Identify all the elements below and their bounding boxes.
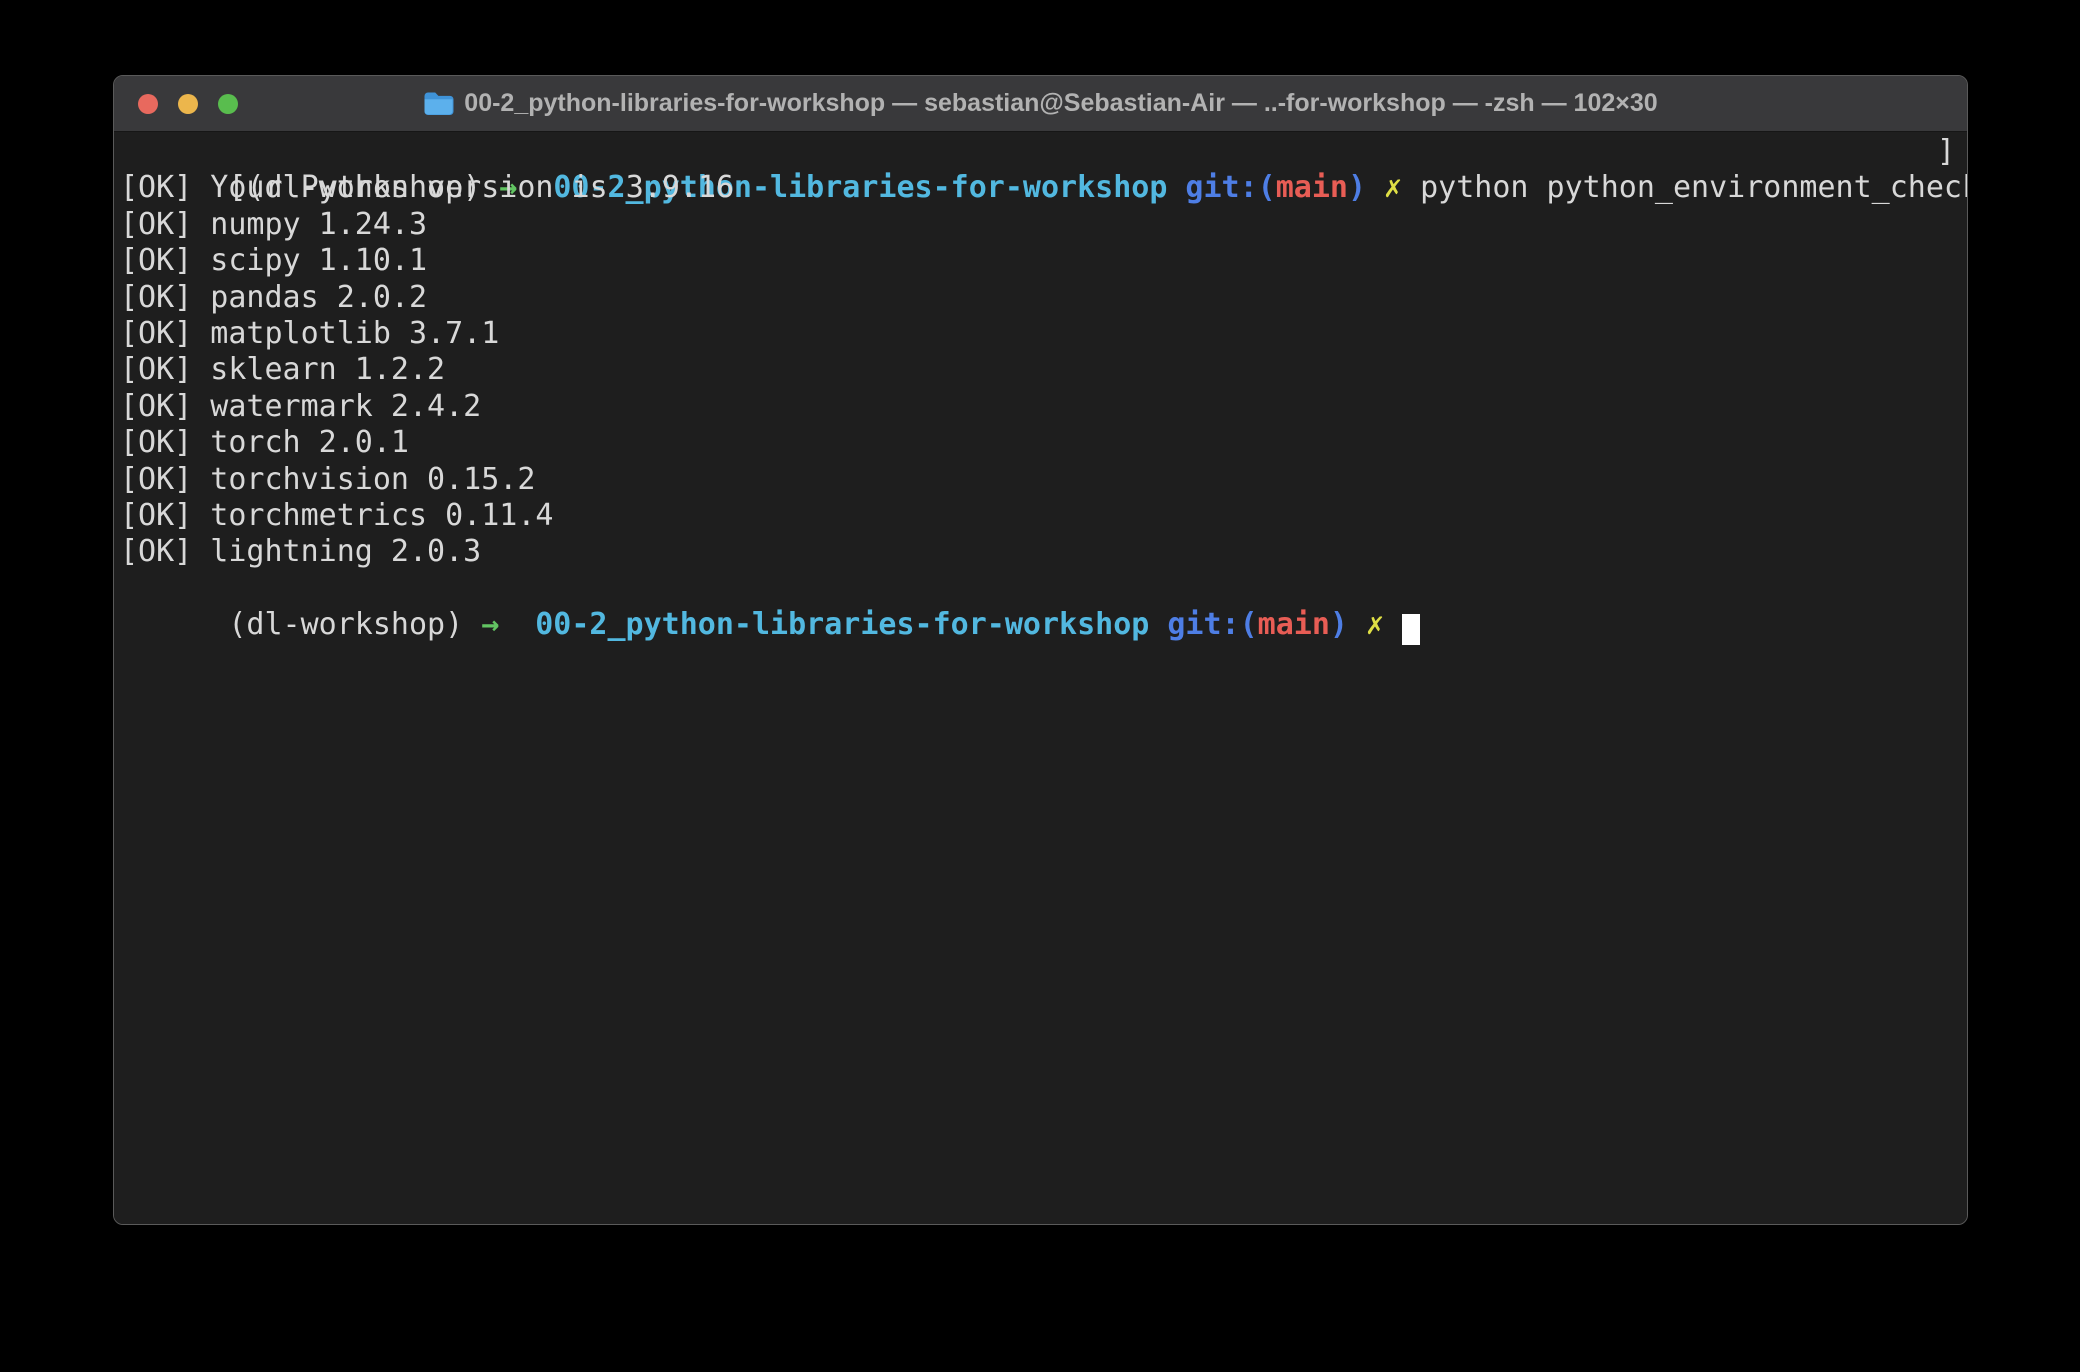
output-line: [OK] torchvision 0.15.2 bbox=[120, 462, 1959, 498]
output-line: [OK] lightning 2.0.3 bbox=[120, 534, 1959, 570]
window-title: 00-2_python-libraries-for-workshop — seb… bbox=[464, 89, 1657, 118]
git-branch: main bbox=[1258, 607, 1330, 642]
output-line: [OK] watermark 2.4.2 bbox=[120, 389, 1959, 425]
minimize-button[interactable] bbox=[178, 94, 198, 114]
terminal-window: 00-2_python-libraries-for-workshop — seb… bbox=[113, 75, 1968, 1225]
venv-label: (dl-workshop) bbox=[228, 607, 463, 642]
output-line: [OK] pandas 2.0.2 bbox=[120, 280, 1959, 316]
close-button[interactable] bbox=[138, 94, 158, 114]
output-line: [OK] sklearn 1.2.2 bbox=[120, 352, 1959, 388]
output-line: [OK] scipy 1.10.1 bbox=[120, 243, 1959, 279]
prompt-arrow-icon: → bbox=[481, 607, 499, 642]
git-suffix: ) bbox=[1330, 607, 1348, 642]
output-line: [OK] Your Python version is 3.9.16 bbox=[120, 170, 1959, 206]
right-bracket: ] bbox=[1937, 134, 1955, 170]
folder-icon bbox=[423, 91, 454, 116]
text-cursor[interactable] bbox=[1402, 614, 1420, 645]
desktop: { "window": { "title": "00-2_python-libr… bbox=[0, 0, 2080, 1372]
output-line: [OK] torchmetrics 0.11.4 bbox=[120, 498, 1959, 534]
git-dirty-icon: ✗ bbox=[1366, 607, 1384, 642]
titlebar[interactable]: 00-2_python-libraries-for-workshop — seb… bbox=[114, 76, 1967, 132]
current-prompt-line: (dl-workshop)→00-2_python-libraries-for-… bbox=[120, 571, 1959, 607]
output-line: [OK] matplotlib 3.7.1 bbox=[120, 316, 1959, 352]
title-group: 00-2_python-libraries-for-workshop — seb… bbox=[423, 89, 1657, 118]
terminal-content[interactable]: [(dl-workshop)→00-2_python-libraries-for… bbox=[114, 132, 1967, 1225]
output-line: [OK] torch 2.0.1 bbox=[120, 425, 1959, 461]
git-prefix: git:( bbox=[1167, 607, 1257, 642]
command-line: [(dl-workshop)→00-2_python-libraries-for… bbox=[120, 134, 1959, 170]
traffic-lights bbox=[138, 76, 238, 131]
zoom-button[interactable] bbox=[218, 94, 238, 114]
directory-name: 00-2_python-libraries-for-workshop bbox=[535, 607, 1149, 642]
output-line: [OK] numpy 1.24.3 bbox=[120, 207, 1959, 243]
